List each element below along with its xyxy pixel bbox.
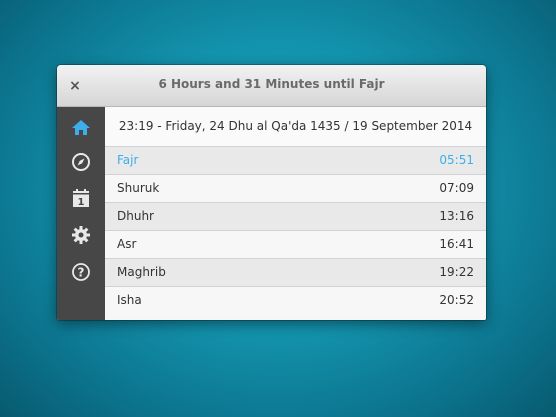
titlebar: × 6 Hours and 31 Minutes until Fajr <box>57 65 486 107</box>
prayer-row-maghrib[interactable]: Maghrib 19:22 <box>105 259 486 287</box>
prayer-time: 20:52 <box>439 293 474 307</box>
prayer-time: 13:16 <box>439 209 474 223</box>
home-icon[interactable] <box>71 118 91 138</box>
app-window: × 6 Hours and 31 Minutes until Fajr 1 ? … <box>57 65 486 320</box>
prayer-name: Asr <box>117 237 137 251</box>
prayer-row-shuruk[interactable]: Shuruk 07:09 <box>105 175 486 203</box>
prayer-time: 19:22 <box>439 265 474 279</box>
prayer-name: Shuruk <box>117 181 160 195</box>
svg-text:?: ? <box>78 266 85 280</box>
compass-icon[interactable] <box>71 152 91 172</box>
prayer-time: 16:41 <box>439 237 474 251</box>
prayer-row-fajr[interactable]: Fajr 05:51 <box>105 147 486 175</box>
prayer-row-dhuhr[interactable]: Dhuhr 13:16 <box>105 203 486 231</box>
current-date-line: 23:19 - Friday, 24 Dhu al Qa'da 1435 / 1… <box>105 107 486 147</box>
help-icon[interactable]: ? <box>71 262 91 282</box>
prayer-row-isha[interactable]: Isha 20:52 <box>105 287 486 314</box>
prayer-name: Isha <box>117 293 142 307</box>
prayer-name: Maghrib <box>117 265 166 279</box>
gear-icon[interactable] <box>71 225 91 245</box>
sidebar: 1 ? <box>57 107 105 320</box>
prayer-time: 05:51 <box>439 153 474 167</box>
prayer-times-panel: 23:19 - Friday, 24 Dhu al Qa'da 1435 / 1… <box>105 107 486 320</box>
prayer-name: Dhuhr <box>117 209 154 223</box>
prayer-time: 07:09 <box>439 181 474 195</box>
calendar-day-badge: 1 <box>78 197 85 208</box>
window-title: 6 Hours and 31 Minutes until Fajr <box>158 77 385 91</box>
prayer-row-asr[interactable]: Asr 16:41 <box>105 231 486 259</box>
calendar-icon[interactable]: 1 <box>71 188 91 208</box>
prayer-name: Fajr <box>117 153 139 167</box>
